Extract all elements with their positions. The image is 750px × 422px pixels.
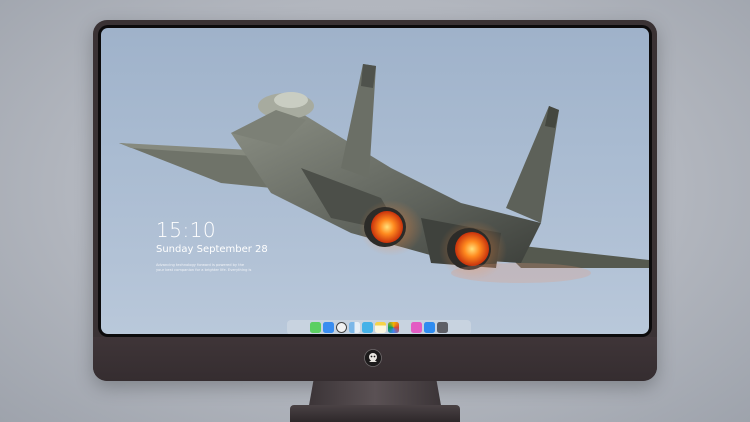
mail-icon[interactable]: [323, 322, 334, 333]
monitor: 15:10 Sunday September 28 Advancing tech…: [93, 20, 657, 381]
lock-screen-caption-line-1: Advancing technology forward is powered …: [156, 263, 245, 267]
dock-separator: [401, 322, 409, 333]
music-icon[interactable]: [411, 322, 422, 333]
dock: [287, 320, 471, 334]
video-app-icon[interactable]: [362, 322, 373, 333]
photos-icon[interactable]: [388, 322, 399, 333]
monitor-chin: [93, 337, 657, 381]
notes-icon[interactable]: [375, 322, 386, 333]
app-store-icon[interactable]: [424, 322, 435, 333]
screen: 15:10 Sunday September 28 Advancing tech…: [98, 25, 652, 337]
lock-screen-date: Sunday September 28: [156, 244, 268, 255]
lock-screen-time: 15:10: [156, 218, 217, 242]
lock-screen-wallpaper: 15:10 Sunday September 28 Advancing tech…: [101, 28, 649, 334]
brand-logo-icon: [364, 349, 382, 367]
monitor-stand-base: [290, 405, 460, 422]
lock-screen-caption-line-2: your best companion for a brighter life.…: [156, 268, 252, 272]
system-icon[interactable]: [437, 322, 448, 333]
clock-app-icon[interactable]: [336, 322, 347, 333]
messages-icon[interactable]: [310, 322, 321, 333]
finder-icon[interactable]: [349, 322, 360, 333]
fighter-jet-image: [119, 64, 649, 283]
